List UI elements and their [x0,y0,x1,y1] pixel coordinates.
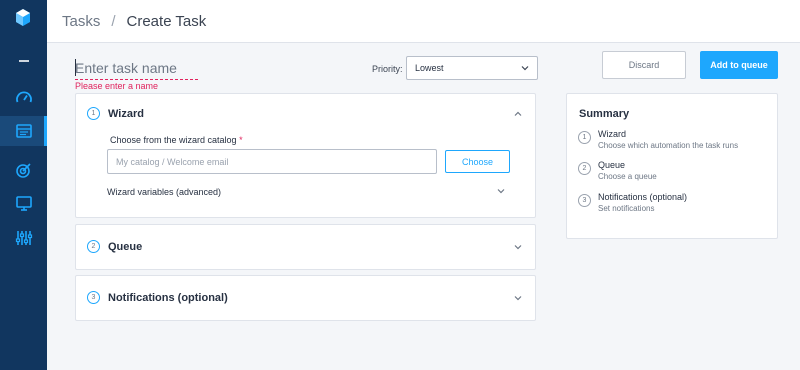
breadcrumb-tasks-link[interactable]: Tasks [62,13,100,30]
wizard-variables-toggle[interactable]: Wizard variables (advanced) [107,187,221,197]
breadcrumb: Tasks / Create Task [47,0,800,43]
catalog-label: Choose from the wizard catalog * [110,135,243,145]
logo-icon[interactable] [13,8,33,28]
summary-step-desc: Choose which automation the task runs [598,141,739,150]
sidebar [0,0,47,370]
choose-button[interactable]: Choose [445,150,510,173]
summary-step-desc: Set notifications [598,204,655,213]
sidebar-collapse[interactable] [0,46,47,76]
tasks-icon [15,124,32,138]
task-name-input[interactable]: Enter task name [75,60,198,80]
queue-step-number: 2 [87,240,100,253]
queue-section[interactable] [75,224,536,270]
notifications-section-title[interactable]: Notifications (optional) [108,292,228,304]
task-name-error: Please enter a name [75,81,159,91]
summary-step-number: 2 [578,162,591,175]
monitor-icon [15,196,32,211]
chevron-down-icon[interactable] [497,187,505,195]
add-to-queue-button[interactable]: Add to queue [700,51,778,79]
wizard-catalog-input[interactable]: My catalog / Welcome email [107,149,437,174]
catalog-label-text: Choose from the wizard catalog [110,135,237,145]
queue-section-title[interactable]: Queue [108,241,142,253]
priority-select[interactable]: Lowest [406,56,538,80]
dashboard-icon [15,91,32,103]
summary-step-number: 3 [578,194,591,207]
summary-step-number: 1 [578,131,591,144]
summary-step-desc: Choose a queue [598,172,657,181]
page-title: Create Task [126,12,207,30]
sidebar-item-monitor[interactable] [0,188,47,218]
settings-sliders-icon [15,231,32,245]
notifications-step-number: 3 [87,291,100,304]
summary-step-name: Queue [598,160,626,170]
summary-title: Summary [579,108,630,120]
required-mark: * [239,135,243,145]
breadcrumb-separator: / [111,12,116,30]
chevron-up-icon[interactable] [514,110,522,118]
chevron-down-icon[interactable] [514,243,522,251]
target-icon [15,163,31,178]
wizard-section-title[interactable]: Wizard [108,108,144,120]
sidebar-item-tasks[interactable] [0,116,47,146]
wizard-step-number: 1 [87,107,100,120]
discard-button[interactable]: Discard [602,51,686,79]
sidebar-item-dashboard[interactable] [0,83,47,113]
sidebar-item-target[interactable] [0,155,47,185]
summary-step-name: Notifications (optional) [598,192,688,202]
priority-value: Lowest [415,63,444,73]
chevron-down-icon [521,66,529,71]
sidebar-item-settings[interactable] [0,223,47,253]
priority-label: Priority: [372,64,403,74]
summary-step-name: Wizard [598,129,627,139]
collapse-icon [18,60,29,62]
chevron-down-icon[interactable] [514,294,522,302]
